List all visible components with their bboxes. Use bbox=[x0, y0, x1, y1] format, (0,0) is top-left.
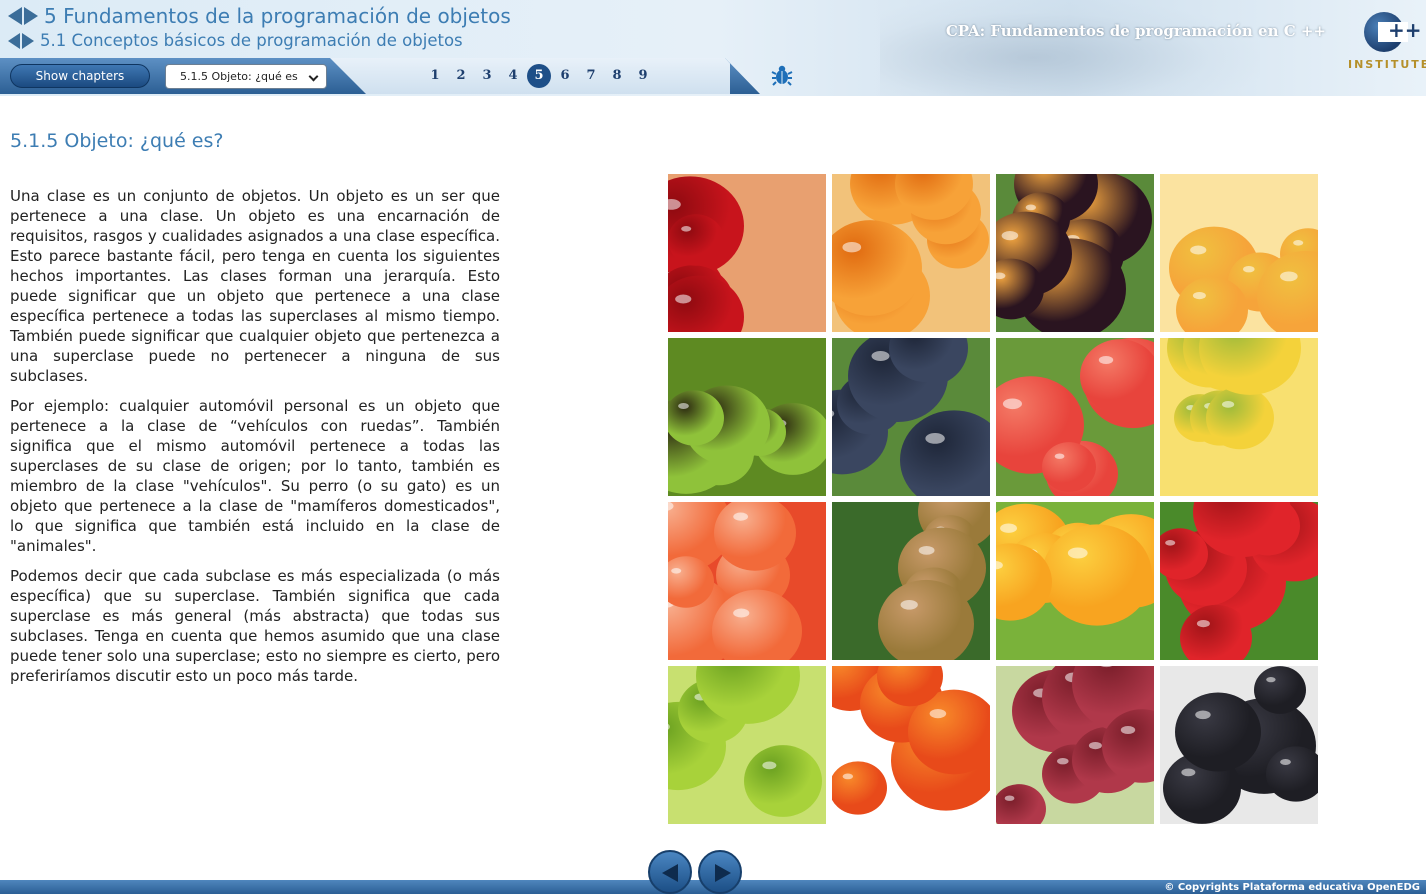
show-chapters-button[interactable]: Show chapters bbox=[10, 64, 150, 88]
page-number-1[interactable]: 1 bbox=[422, 64, 448, 88]
strawberries-picture bbox=[1160, 502, 1318, 660]
fruit-image-grapefruit bbox=[668, 502, 826, 660]
watermelon-picture bbox=[996, 338, 1154, 496]
apricots-picture bbox=[832, 174, 989, 332]
fruit-image-orange bbox=[996, 502, 1154, 660]
prev-section-icon[interactable] bbox=[8, 32, 20, 49]
fruit-image-grapes bbox=[996, 666, 1154, 824]
apple-picture bbox=[668, 666, 822, 817]
blackberries-picture bbox=[1163, 666, 1318, 824]
page-number-3[interactable]: 3 bbox=[474, 64, 500, 88]
grapes-picture bbox=[996, 666, 1154, 824]
logo-institute-text: INSTITUTE bbox=[1348, 58, 1426, 71]
fruit-image-blueberries bbox=[832, 338, 990, 496]
bug-report-icon[interactable] bbox=[770, 63, 794, 87]
lesson-body: Una clase es un conjunto de objetos. Un … bbox=[10, 186, 500, 696]
fruit-image-cherries bbox=[668, 174, 826, 332]
copyright-text: © Copyrights Plataforma educativa OpenED… bbox=[1164, 882, 1420, 893]
course-title: CPA: Fundamentos de programación en C ++ bbox=[945, 22, 1326, 40]
chapter-arrows bbox=[8, 7, 38, 25]
section-arrows bbox=[8, 32, 34, 49]
cpp-institute-logo: ++ INSTITUTE bbox=[1348, 12, 1426, 72]
paragraph: Una clase es un conjunto de objetos. Un … bbox=[10, 187, 500, 385]
fruit-image-blackberries bbox=[1160, 666, 1318, 824]
fruit-image-strawberries bbox=[1160, 502, 1318, 660]
banana-picture bbox=[1167, 338, 1301, 450]
next-chapter-icon[interactable] bbox=[24, 7, 38, 25]
chapter-nav: 5 Fundamentos de la programación de obje… bbox=[8, 4, 511, 28]
page-pagination: 123456789 bbox=[422, 64, 656, 88]
lesson-select[interactable]: 5.1.5 Objeto: ¿qué es bbox=[165, 64, 327, 89]
next-page-button[interactable] bbox=[698, 850, 742, 894]
page-number-2[interactable]: 2 bbox=[448, 64, 474, 88]
next-section-icon[interactable] bbox=[22, 32, 34, 49]
fruit-image-watermelon bbox=[996, 338, 1154, 496]
paragraph: Por ejemplo: cualquier automóvil persona… bbox=[10, 397, 500, 555]
fruit-image-kiwi bbox=[668, 338, 826, 496]
blueberries-picture bbox=[832, 338, 990, 496]
fruit-image-apple bbox=[668, 666, 826, 824]
fruit-image-apricots bbox=[832, 174, 990, 332]
arrow-right-icon bbox=[715, 864, 731, 882]
page-number-9[interactable]: 9 bbox=[630, 64, 656, 88]
prev-chapter-icon[interactable] bbox=[8, 7, 22, 25]
grapefruit-picture bbox=[668, 502, 802, 660]
persimmon-picture bbox=[832, 666, 990, 815]
lesson-heading: 5.1.5 Objeto: ¿qué es? bbox=[10, 130, 224, 152]
fruit-image-melon bbox=[1160, 174, 1318, 332]
page-number-5[interactable]: 5 bbox=[527, 64, 551, 88]
paragraph: Podemos decir que cada subclase es más e… bbox=[10, 567, 500, 685]
melon-picture bbox=[1169, 226, 1318, 332]
kiwi-picture bbox=[668, 385, 826, 494]
header-decoration bbox=[880, 0, 1260, 96]
page-number-4[interactable]: 4 bbox=[500, 64, 526, 88]
cherries-picture bbox=[668, 176, 744, 332]
app-window: 5 Fundamentos de la programación de obje… bbox=[0, 0, 1426, 894]
chapter-title: 5 Fundamentos de la programación de obje… bbox=[44, 4, 511, 28]
plums-picture bbox=[996, 174, 1152, 332]
fruit-image-banana bbox=[1160, 338, 1318, 496]
fruit-image-figs bbox=[832, 502, 990, 660]
fruit-image-persimmon bbox=[832, 666, 990, 824]
orange-picture bbox=[996, 503, 1154, 626]
page-number-7[interactable]: 7 bbox=[578, 64, 604, 88]
section-title: 5.1 Conceptos básicos de programación de… bbox=[40, 31, 463, 50]
section-nav: 5.1 Conceptos básicos de programación de… bbox=[8, 31, 463, 50]
logo-plus-plus: ++ bbox=[1388, 18, 1422, 42]
chevron-down-icon bbox=[308, 71, 319, 82]
page-number-8[interactable]: 8 bbox=[604, 64, 630, 88]
fruit-image-grid bbox=[668, 174, 1320, 826]
lesson-select-value: 5.1.5 Objeto: ¿qué es bbox=[180, 70, 298, 83]
page-number-6[interactable]: 6 bbox=[552, 64, 578, 88]
previous-page-button[interactable] bbox=[648, 850, 692, 894]
fruit-image-plums bbox=[996, 174, 1154, 332]
arrow-left-icon bbox=[662, 864, 678, 882]
figs-picture bbox=[878, 502, 990, 660]
